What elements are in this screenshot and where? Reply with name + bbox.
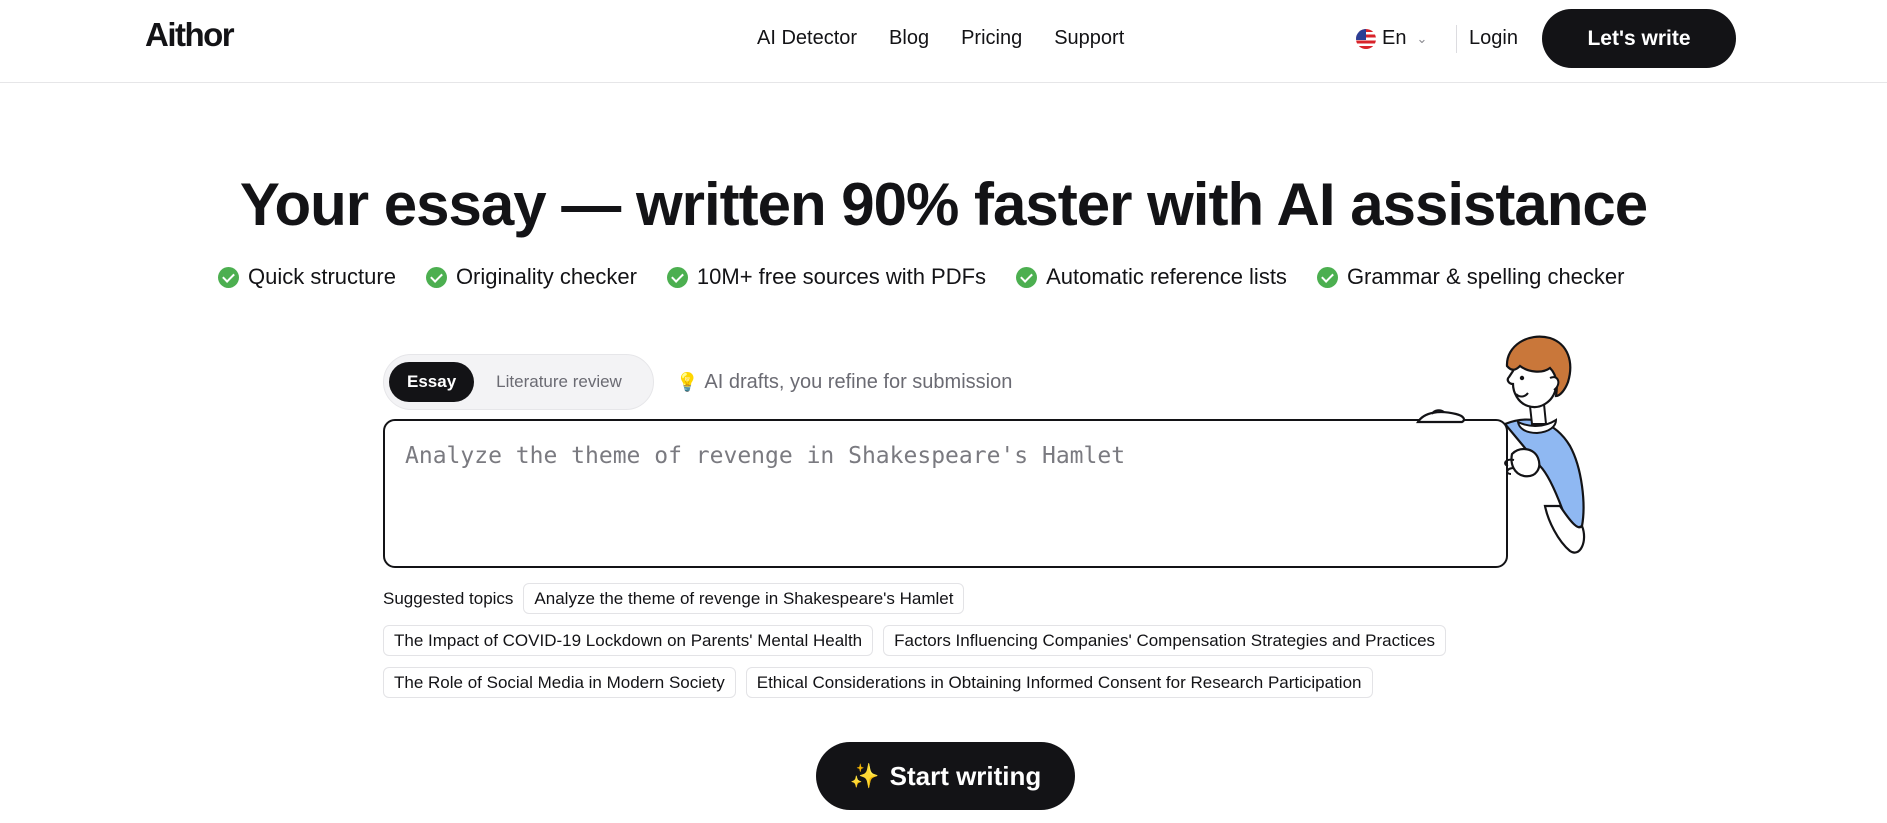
topic-chip[interactable]: Ethical Considerations in Obtaining Info… [745, 667, 1373, 698]
mode-tabs: Essay Literature review [383, 354, 654, 410]
check-circle-icon [1016, 266, 1038, 288]
feature-label: Quick structure [248, 264, 396, 289]
feature-item: Originality checker [425, 264, 637, 290]
main-nav: AI Detector Blog Pricing Support [757, 27, 1124, 50]
feature-list: Quick structure Originality checker 10M+… [218, 264, 1624, 290]
header-divider [1456, 25, 1457, 53]
start-writing-button[interactable]: ✨ Start writing [816, 742, 1075, 810]
check-circle-icon [425, 266, 447, 288]
chevron-down-icon: ⌄ [1416, 30, 1428, 46]
suggested-row: The Role of Social Media in Modern Socie… [383, 667, 1513, 698]
feature-item: Automatic reference lists [1016, 264, 1287, 290]
sparkles-icon: ✨ [849, 762, 880, 790]
nav-pricing[interactable]: Pricing [961, 27, 1022, 50]
us-flag-icon [1356, 28, 1376, 49]
feature-label: 10M+ free sources with PDFs [696, 264, 987, 289]
suggested-row: Suggested topics Analyze the theme of re… [383, 583, 1513, 614]
language-label: En [1382, 27, 1407, 49]
topic-input-box [383, 419, 1508, 568]
suggested-topics: Suggested topics Analyze the theme of re… [383, 583, 1513, 709]
topic-chip[interactable]: The Role of Social Media in Modern Socie… [383, 667, 736, 698]
topic-input[interactable] [385, 421, 1506, 566]
feature-label: Automatic reference lists [1046, 264, 1287, 289]
nav-ai-detector[interactable]: AI Detector [757, 27, 857, 50]
feature-label: Originality checker [455, 264, 637, 289]
tab-literature-review[interactable]: Literature review [496, 372, 622, 392]
lets-write-button[interactable]: Let's write [1542, 9, 1736, 68]
check-circle-icon [1316, 266, 1338, 288]
feature-item: 10M+ free sources with PDFs [666, 264, 987, 290]
logo[interactable]: Aithor [145, 16, 235, 54]
feature-label: Grammar & spelling checker [1346, 264, 1625, 289]
site-header: Aithor AI Detector Blog Pricing Support … [0, 0, 1887, 83]
suggested-label: Suggested topics [383, 588, 514, 608]
tab-essay[interactable]: Essay [389, 362, 475, 402]
feature-item: Grammar & spelling checker [1316, 264, 1625, 290]
nav-blog[interactable]: Blog [889, 27, 929, 50]
start-writing-label: Start writing [889, 760, 1042, 791]
hint-text: AI drafts, you refine for submission [704, 371, 1013, 393]
feature-item: Quick structure [218, 264, 396, 290]
topic-chip[interactable]: Factors Influencing Companies' Compensat… [883, 625, 1447, 656]
topic-chip[interactable]: The Impact of COVID-19 Lockdown on Paren… [383, 625, 874, 656]
editor-hint: 💡 AI drafts, you refine for submission [676, 371, 1012, 394]
suggested-row: The Impact of COVID-19 Lockdown on Paren… [383, 625, 1513, 656]
nav-support[interactable]: Support [1054, 27, 1124, 50]
login-link[interactable]: Login [1469, 27, 1518, 50]
hero-title: Your essay — written 90% faster with AI … [239, 171, 1648, 238]
topic-chip[interactable]: Analyze the theme of revenge in Shakespe… [523, 583, 965, 614]
language-selector[interactable]: En ⌄ [1356, 27, 1427, 50]
lightbulb-icon: 💡 [676, 372, 699, 392]
check-circle-icon [218, 266, 239, 288]
check-circle-icon [666, 266, 688, 288]
